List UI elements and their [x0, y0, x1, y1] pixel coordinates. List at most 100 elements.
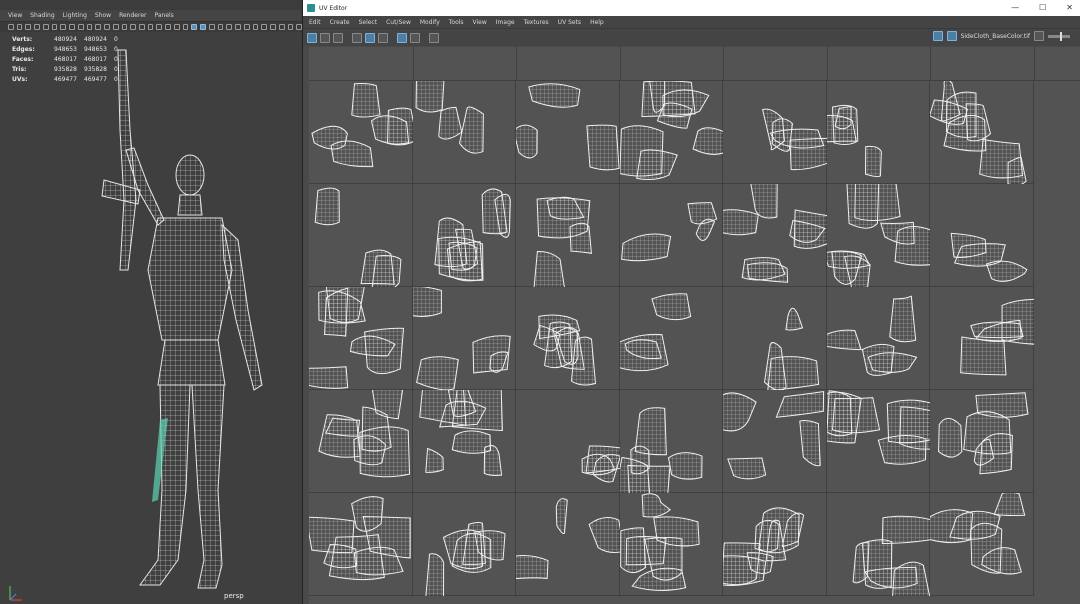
viewport-tool-icon[interactable] [217, 24, 224, 30]
uv-tool-icon[interactable] [333, 32, 343, 43]
viewport-tool-icon[interactable] [60, 24, 67, 30]
uv-tile[interactable] [309, 81, 413, 184]
uv-tile[interactable] [930, 287, 1034, 390]
uv-shell[interactable] [881, 515, 930, 544]
viewport-tool-icon[interactable] [147, 24, 154, 30]
uv-shell[interactable] [767, 356, 820, 390]
uv-shell[interactable] [861, 539, 892, 589]
uv-tool-icon[interactable] [352, 32, 362, 43]
uv-tile[interactable] [723, 390, 827, 493]
uv-shell[interactable] [314, 187, 340, 226]
exposure-icon[interactable] [1034, 31, 1044, 41]
exposure-slider[interactable] [1048, 31, 1070, 41]
uv-shell[interactable] [970, 321, 1024, 339]
uv-shell[interactable] [351, 83, 381, 118]
uv-shell[interactable] [415, 356, 459, 390]
uv-shell[interactable] [483, 445, 502, 477]
uv-shell[interactable] [437, 106, 462, 140]
viewport-tool-icon[interactable] [69, 24, 75, 30]
slider-handle[interactable] [1060, 31, 1062, 41]
uv-tile[interactable] [826, 493, 930, 596]
uv-shell[interactable] [886, 399, 930, 444]
uv-shell[interactable] [723, 392, 757, 432]
uv-tile[interactable] [930, 184, 1034, 287]
uv-tile[interactable] [619, 184, 723, 287]
uv-shell[interactable] [516, 124, 538, 159]
uv-shell[interactable] [533, 251, 566, 287]
uv-menu-tools[interactable]: Tools [449, 19, 464, 26]
uv-tile[interactable] [309, 287, 413, 390]
uv-shell[interactable] [412, 287, 442, 317]
uv-menu-view[interactable]: View [473, 19, 487, 26]
viewport-tool-icon[interactable] [243, 24, 250, 30]
uv-tile[interactable] [516, 81, 620, 184]
uv-shell[interactable] [723, 555, 767, 587]
uv-menu-cut-sew[interactable]: Cut/Sew [386, 19, 411, 26]
uv-tile[interactable] [309, 390, 413, 493]
uv-tile[interactable] [412, 390, 516, 493]
uv-shell[interactable] [619, 125, 663, 177]
uv-tile[interactable] [930, 390, 1034, 493]
uv-shell[interactable] [309, 366, 349, 389]
viewport-tool-icon[interactable] [16, 24, 23, 30]
uv-shell[interactable] [785, 307, 804, 331]
uv-tile[interactable] [412, 287, 516, 390]
uv-menu-help[interactable]: Help [590, 19, 604, 26]
uv-shell[interactable] [845, 184, 879, 229]
uv-tool-icon[interactable] [365, 32, 375, 43]
close-icon[interactable]: ✕ [1066, 3, 1073, 12]
viewport-menu-show[interactable]: Show [95, 12, 111, 19]
viewport-tool-icon[interactable] [130, 24, 137, 30]
uv-shell[interactable] [569, 222, 592, 255]
checker-toggle-icon[interactable] [946, 31, 957, 41]
uv-menu-uv-sets[interactable]: UV Sets [558, 19, 581, 26]
uv-tile[interactable] [619, 81, 723, 184]
uv-shell[interactable] [641, 493, 671, 518]
uv-tile[interactable] [412, 81, 516, 184]
uv-shell[interactable] [424, 447, 444, 473]
uv-shell[interactable] [458, 106, 484, 154]
texture-name[interactable]: SideCloth_BaseColor.tif [961, 33, 1030, 40]
uv-menu-modify[interactable]: Modify [420, 19, 440, 26]
uv-shell[interactable] [650, 293, 691, 321]
uv-shell[interactable] [588, 517, 620, 554]
viewport-tool-icon[interactable] [173, 24, 180, 30]
uv-tool-icon[interactable] [320, 32, 330, 43]
uv-tile[interactable] [619, 493, 723, 596]
uv-shell[interactable] [727, 457, 767, 480]
uv-shell[interactable] [330, 140, 374, 168]
uv-shell[interactable] [362, 515, 411, 559]
uv-tile[interactable] [723, 184, 827, 287]
uv-shell[interactable] [879, 221, 915, 245]
minimize-icon[interactable]: — [1011, 3, 1019, 12]
uv-shell[interactable] [667, 452, 703, 480]
viewport-tool-icon[interactable] [139, 24, 145, 30]
uv-shell[interactable] [415, 81, 444, 113]
viewport-tool-icon[interactable] [156, 24, 163, 30]
uv-shell[interactable] [516, 555, 549, 581]
uv-shell[interactable] [826, 390, 852, 437]
uv-shell[interactable] [652, 516, 700, 547]
uv-tile[interactable] [619, 287, 723, 390]
uv-tile[interactable] [516, 493, 620, 596]
viewport-tool-icon[interactable] [278, 24, 285, 30]
viewport-tool-icon[interactable] [112, 24, 119, 30]
viewport-tool-icon[interactable] [226, 24, 233, 30]
uv-shell[interactable] [619, 527, 646, 574]
uv-tile[interactable] [723, 287, 827, 390]
uv-menu-create[interactable]: Create [330, 19, 350, 26]
snapshot-icon[interactable] [429, 32, 439, 43]
viewport-menu-shading[interactable]: Shading [30, 12, 54, 19]
viewport-tool-icon[interactable] [25, 24, 32, 30]
viewport-tool-icon[interactable] [42, 24, 49, 30]
uv-shell[interactable] [555, 498, 568, 534]
maximize-icon[interactable]: ☐ [1039, 3, 1046, 12]
uv-editor-window[interactable]: UV Editor — ☐ ✕ Edit Create Select Cut/Sew M… [302, 0, 1080, 604]
uv-shell[interactable] [723, 209, 759, 236]
viewport-tool-icon[interactable] [287, 24, 294, 30]
uv-shell[interactable] [620, 233, 671, 262]
viewport-tool-icon[interactable] [51, 24, 58, 30]
uv-shell[interactable] [891, 561, 930, 596]
viewport-menu-view[interactable]: View [8, 12, 22, 19]
uv-editor-titlebar[interactable]: UV Editor — ☐ ✕ [303, 0, 1080, 16]
